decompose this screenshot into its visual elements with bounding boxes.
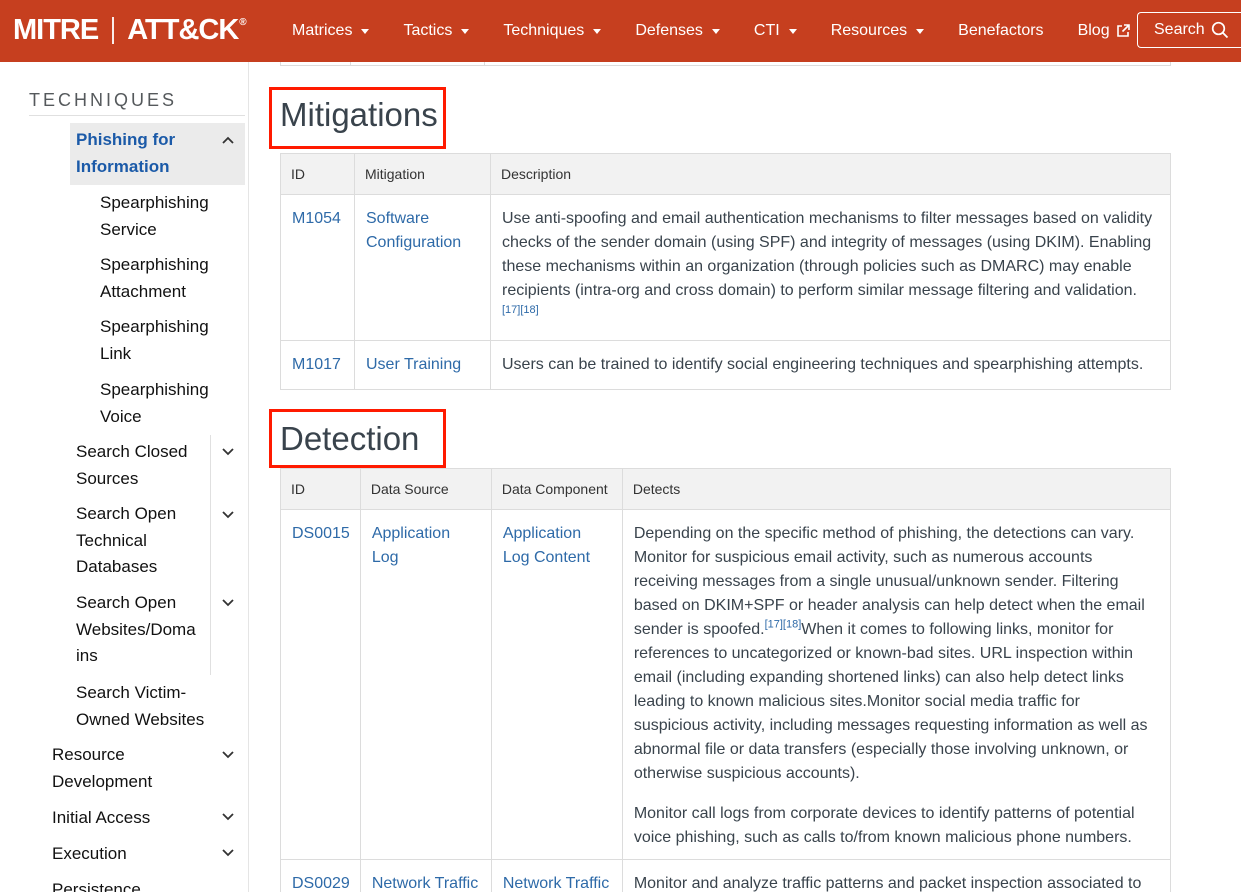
table-row: DS0029 Network Traffic Network Traffic M…	[280, 859, 1172, 892]
detection-table: ID Data Source Data Component Detects DS…	[280, 468, 1172, 892]
sidebar-separator	[210, 435, 211, 499]
sidebar-subitem-spearphishing-link[interactable]: Spearphishing Link	[100, 314, 209, 367]
nav-techniques[interactable]: Techniques	[503, 22, 602, 40]
mitre-attack-logo[interactable]: MITRE ATT&CK ®	[13, 13, 247, 46]
column-header-id: ID	[280, 153, 355, 195]
previous-table-divider	[350, 62, 351, 66]
column-header-detects: Detects	[621, 468, 1172, 510]
reference-link[interactable]: [17][18]	[502, 303, 1160, 317]
sidebar-separator	[210, 499, 211, 589]
nav-tactics[interactable]: Tactics	[403, 22, 470, 40]
chevron-down-icon[interactable]	[221, 447, 235, 457]
nav-blog[interactable]: Blog	[1078, 22, 1130, 40]
nav-cti[interactable]: CTI	[754, 22, 797, 40]
mitigations-table: ID Mitigation Description M1054 Software…	[280, 153, 1171, 390]
sidebar-subitem-spearphishing-voice[interactable]: Spearphishing Voice	[100, 377, 209, 430]
chevron-down-icon[interactable]	[221, 510, 235, 520]
sidebar-subitem-spearphishing-service[interactable]: Spearphishing Service	[100, 190, 209, 243]
nav-benefactors[interactable]: Benefactors	[958, 22, 1043, 40]
chevron-down-icon[interactable]	[221, 598, 235, 608]
mitigation-description: Use anti-spoofing and email authenticati…	[490, 194, 1171, 341]
datasource-id-link[interactable]: DS0015	[292, 525, 350, 542]
sidebar-item-phishing-for-information[interactable]: Phishing for Information	[76, 127, 206, 180]
sidebar-subitem-spearphishing-attachment[interactable]: Spearphishing Attachment	[100, 252, 209, 305]
search-icon	[1211, 21, 1228, 39]
nav-matrices[interactable]: Matrices	[292, 22, 370, 40]
logo-separator	[112, 16, 115, 44]
previous-table-bottom	[280, 62, 1171, 66]
main-nav: Matrices Tactics Techniques Defenses CTI…	[292, 0, 1130, 62]
mitigation-id-link[interactable]: M1054	[292, 210, 341, 227]
column-header-id: ID	[280, 468, 361, 510]
detection-paragraph: Monitor call logs from corporate devices…	[633, 805, 1135, 846]
reference-link[interactable]: [17][18]	[765, 619, 802, 631]
table-row: DS0015 Application Log Application Log Co…	[280, 509, 1172, 860]
sidebar-separator	[210, 589, 211, 675]
caret-down-icon	[711, 29, 720, 34]
mitigation-name-link[interactable]: Software Configuration	[366, 210, 461, 251]
techniques-sidebar: TECHNIQUES Phishing for Information Spea…	[0, 62, 249, 892]
mitigation-description: Users can be trained to identify social …	[490, 340, 1171, 390]
top-navbar: MITRE ATT&CK ® Matrices Tactics Techniqu…	[0, 0, 1241, 62]
previous-table-divider	[484, 62, 485, 66]
sidebar-item-search-open-technical-databases[interactable]: Search Open Technical Databases	[76, 501, 176, 581]
chevron-down-icon[interactable]	[221, 848, 235, 858]
datasource-name-link[interactable]: Application Log	[372, 525, 450, 566]
table-row: M1017 User Training Users can be trained…	[280, 340, 1171, 390]
external-link-icon	[1116, 24, 1130, 37]
column-header-mitigation: Mitigation	[354, 153, 491, 195]
sidebar-title: TECHNIQUES	[29, 90, 178, 110]
sidebar-tactic-initial-access[interactable]: Initial Access	[52, 805, 150, 832]
caret-down-icon	[788, 29, 797, 34]
caret-down-icon	[361, 29, 370, 34]
nav-defenses[interactable]: Defenses	[635, 22, 720, 40]
sidebar-divider	[29, 115, 245, 116]
table-row: M1054 Software Configuration Use anti-spo…	[280, 194, 1171, 341]
search-button[interactable]: Search	[1137, 12, 1241, 48]
sidebar-item-search-open-websites-domains[interactable]: Search Open Websites/Doma ins	[76, 590, 196, 670]
mitigation-id-link[interactable]: M1017	[292, 356, 341, 373]
datacomponent-link[interactable]: Application Log Content	[503, 525, 590, 566]
chevron-down-icon[interactable]	[221, 750, 235, 760]
datasource-name-link[interactable]: Network Traffic	[372, 875, 478, 892]
caret-down-icon	[593, 29, 602, 34]
main-content: Mitigations ID Mitigation Description M1…	[250, 62, 1241, 892]
detection-description: Depending on the specific method of phis…	[621, 509, 1172, 860]
caret-down-icon	[916, 29, 925, 34]
sidebar-tactic-persistence[interactable]: Persistence	[52, 877, 141, 892]
datacomponent-link[interactable]: Network Traffic	[503, 875, 609, 892]
column-header-data-source: Data Source	[359, 468, 492, 510]
table-header-row: ID Mitigation Description	[280, 153, 1171, 195]
detection-description: Monitor and analyze traffic patterns and…	[621, 859, 1172, 892]
column-header-description: Description	[490, 153, 1171, 195]
datasource-id-link[interactable]: DS0029	[292, 875, 350, 892]
chevron-down-icon[interactable]	[221, 812, 235, 822]
sidebar-item-search-victim-owned-websites[interactable]: Search Victim- Owned Websites	[76, 680, 204, 733]
highlight-box-detection	[269, 409, 446, 468]
logo-attack: ATT&CK	[127, 13, 239, 46]
sidebar-tactic-resource-development[interactable]: Resource Development	[52, 742, 152, 795]
column-header-data-component: Data Component	[490, 468, 623, 510]
sidebar-tactic-execution[interactable]: Execution	[52, 841, 127, 868]
sidebar-item-search-closed-sources[interactable]: Search Closed Sources	[76, 439, 188, 492]
table-header-row: ID Data Source Data Component Detects	[280, 468, 1172, 510]
logo-mitre: MITRE	[13, 13, 99, 46]
chevron-up-icon[interactable]	[221, 135, 235, 145]
caret-down-icon	[461, 29, 470, 34]
highlight-box-mitigations	[269, 87, 446, 149]
nav-resources[interactable]: Resources	[831, 22, 925, 40]
logo-registered-mark: ®	[239, 16, 246, 28]
mitigation-name-link[interactable]: User Training	[366, 356, 461, 373]
